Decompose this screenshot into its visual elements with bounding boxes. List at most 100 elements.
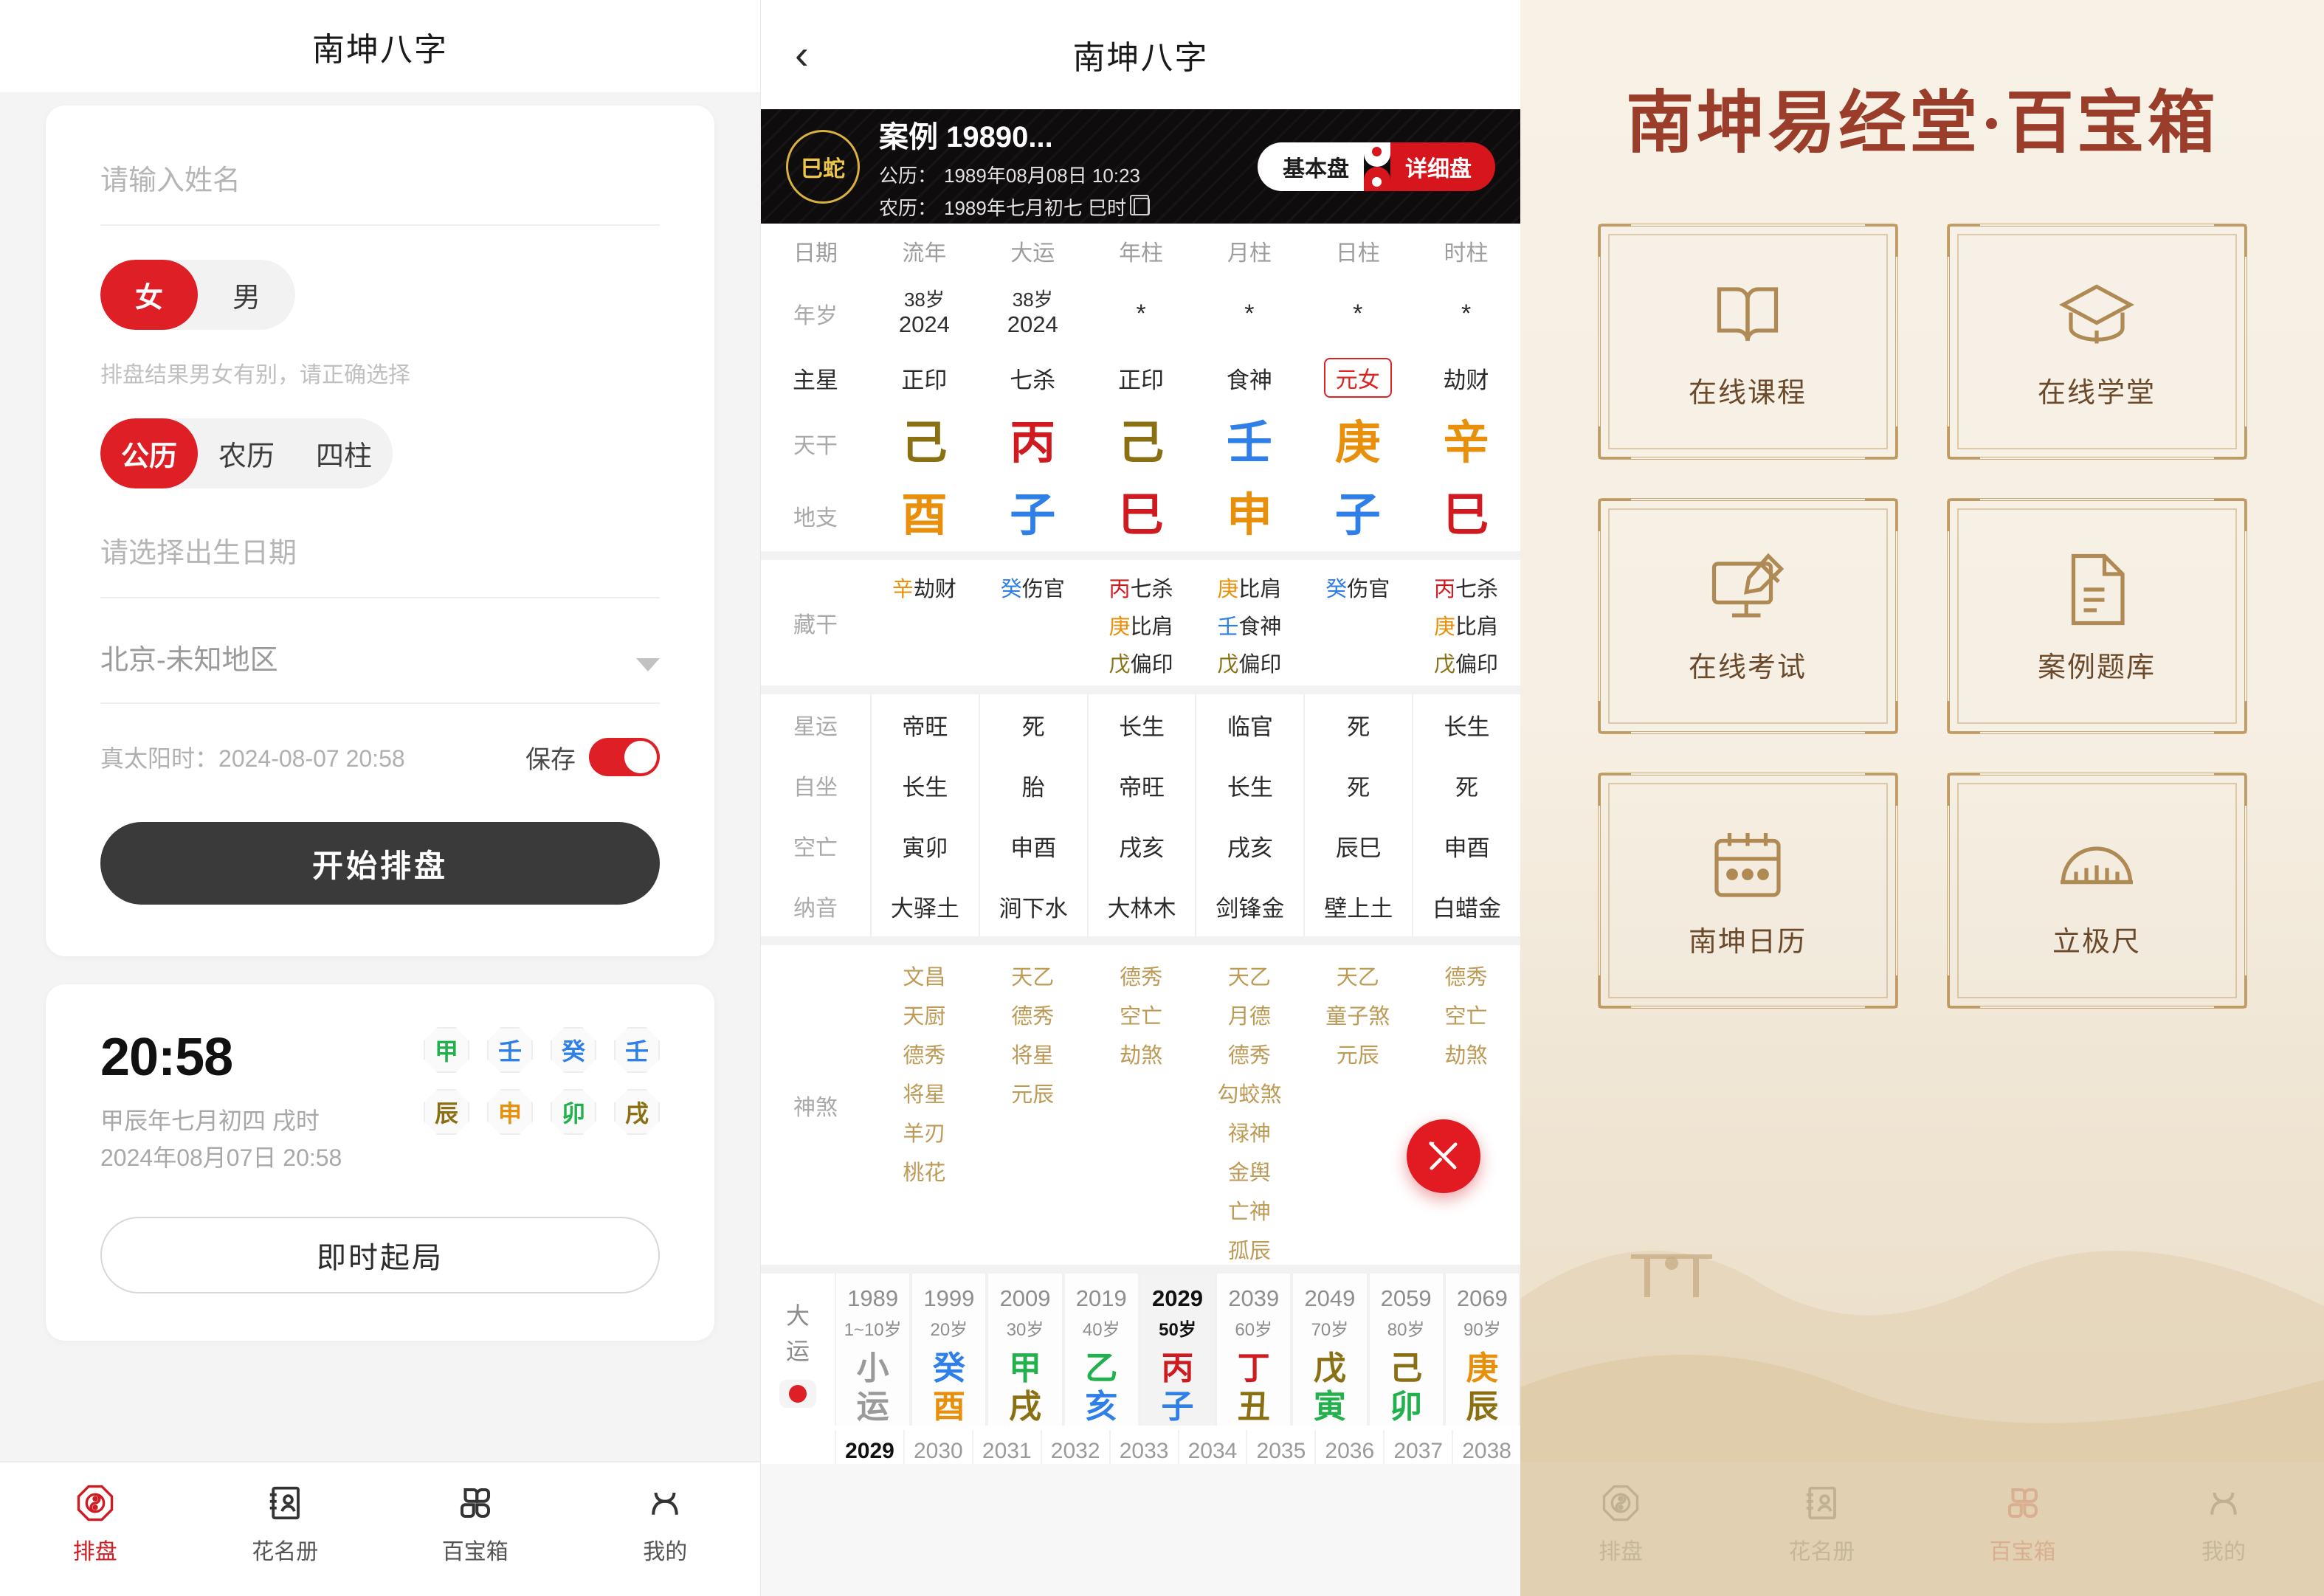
dayun-track[interactable]: 1989 1~10岁小运 1999 20岁癸酉 2009 30岁甲戌 2019 40岁乙亥 20… [835, 1274, 1520, 1426]
bottom-tabbar[interactable]: 排盘 花名册 百宝箱 我的 [0, 1461, 760, 1596]
calendar-option-lunar[interactable]: 农历 [198, 418, 295, 488]
row-label-selfsit: 自坐 [793, 775, 838, 800]
dayun-cell[interactable]: 1999 20岁癸酉 [911, 1274, 987, 1426]
clock-block: 20:58 甲辰年七月初四 戌时 2024年08月07日 20:58 [100, 1027, 342, 1175]
selfsit-cell: 帝旺 [1086, 755, 1196, 815]
form-body: 请输入姓名 女 男 排盘结果男女有别，请正确选择 公历 农历 四柱 请选择出生日… [0, 92, 760, 1461]
age-years: 38岁 [903, 289, 945, 311]
save-switch[interactable] [589, 738, 660, 776]
gender-option-male[interactable]: 男 [198, 260, 295, 330]
hidden-stem-column: 辛劫财 [870, 560, 979, 685]
chart-mode-detail[interactable]: 详细盘 [1390, 142, 1495, 191]
calendar-segmented-control[interactable]: 公历 农历 四柱 [100, 418, 393, 488]
hidden-stem-char: 戊 [1108, 653, 1131, 677]
chart-scroll-area[interactable]: 日期 流年 大运 年柱 月柱 日柱 时柱 年岁 38岁 2024 38岁 2024 * * * * 主星 正印… [761, 224, 1520, 1596]
liunian-cell[interactable]: 2038 [1452, 1429, 1520, 1464]
dayun-cell[interactable]: 2059 80岁己卯 [1368, 1274, 1444, 1426]
hidden-stem-ten-god: 劫财 [913, 578, 956, 601]
dayun-timeline[interactable]: 大 运 1989 1~10岁小运 1999 20岁癸酉 2009 30岁甲戌 2019 40岁… [761, 1274, 1520, 1430]
liunian-cell[interactable]: 2036 [1314, 1429, 1383, 1464]
toolbox-grid[interactable]: 在线课程 在线学堂 在线考试 案例题库 南坤日历 立极尺 [1597, 224, 2247, 1009]
branch-glyph: 巳 [1118, 490, 1165, 541]
liunian-cell[interactable]: 2030 [903, 1429, 972, 1464]
toolbox-tile-在线学堂[interactable]: 在线学堂 [1946, 224, 2247, 460]
row-label-nayin: 纳音 [793, 897, 838, 921]
hidden-stem-entry: 庚比肩 [1434, 609, 1498, 640]
chart-mode-toggle[interactable]: 基本盘 详细盘 [1258, 142, 1495, 191]
dayun-cell[interactable]: 2019 40岁乙亥 [1063, 1274, 1139, 1426]
birthdate-input[interactable]: 请选择出生日期 [100, 530, 660, 598]
branch-glyph: 子 [1010, 490, 1056, 541]
hidden-stem-entry: 癸伤官 [1325, 572, 1390, 603]
dayun-marker-dot[interactable] [779, 1380, 816, 1409]
liunian-row[interactable]: 2029 2030 2031 2032 2033 2034 2035 2036 2037 2038 [761, 1429, 1520, 1464]
stem-glyph: 己 [1118, 418, 1165, 469]
tools-fab-button[interactable] [1407, 1119, 1480, 1193]
liunian-cell[interactable]: 2031 [971, 1429, 1041, 1464]
hidden-stem-entry: 辛劫财 [892, 572, 956, 603]
start-paipan-button[interactable]: 开始排盘 [100, 822, 660, 905]
age-asterisk: * [1244, 299, 1255, 328]
region-select[interactable]: 北京-未知地区 [100, 637, 660, 704]
toolbox-tile-案例题库[interactable]: 案例题库 [1946, 498, 2247, 734]
instant-chart-button[interactable]: 即时起局 [100, 1216, 660, 1293]
calendar-option-sizhu[interactable]: 四柱 [295, 418, 393, 488]
dayun-cell[interactable]: 1989 1~10岁小运 [835, 1274, 911, 1426]
toolbox-tile-在线考试[interactable]: 在线考试 [1597, 498, 1898, 734]
tab-排盘[interactable]: 排盘 [1520, 1483, 1721, 1566]
liunian-cell[interactable]: 2035 [1246, 1429, 1314, 1464]
tab-我的[interactable]: 我的 [2123, 1483, 2324, 1566]
tab-花名册[interactable]: 花名册 [190, 1483, 381, 1566]
tab-花名册[interactable]: 花名册 [1721, 1483, 1922, 1566]
liunian-cell[interactable]: 2033 [1108, 1429, 1178, 1464]
tab-排盘[interactable]: 排盘 [0, 1483, 190, 1566]
tab-百宝箱[interactable]: 百宝箱 [1923, 1483, 2123, 1566]
bottom-tabbar-toolbox[interactable]: 排盘 花名册 百宝箱 我的 [1520, 1461, 2324, 1596]
copy-icon[interactable] [1130, 195, 1151, 215]
hidden-stem-entry: 丙七杀 [1434, 572, 1498, 603]
liunian-cell[interactable]: 2037 [1383, 1429, 1452, 1464]
toolbox-tile-立极尺[interactable]: 立极尺 [1946, 773, 2247, 1009]
dayun-cell[interactable]: 2039 60岁丁丑 [1216, 1274, 1292, 1426]
hidden-stem-char: 癸 [1000, 578, 1022, 601]
calendar-option-solar[interactable]: 公历 [100, 418, 198, 488]
chart-mode-basic[interactable]: 基本盘 [1258, 142, 1364, 191]
liunian-cell[interactable]: 2032 [1040, 1429, 1109, 1464]
row-label-stem: 天干 [793, 434, 838, 458]
gender-option-female[interactable]: 女 [100, 260, 198, 330]
hidden-stem-entry: 庚比肩 [1217, 572, 1281, 603]
save-toggle-group[interactable]: 保存 [525, 738, 660, 776]
spirit-item: 德秀 [1011, 1005, 1055, 1029]
dayun-stem: 癸 [932, 1350, 965, 1386]
name-input[interactable]: 请输入姓名 [100, 157, 660, 226]
profile-icon [652, 1492, 679, 1515]
back-chevron-left-icon[interactable]: ‹ [795, 34, 809, 75]
dayun-cell[interactable]: 2049 70岁戊寅 [1292, 1274, 1368, 1426]
age-cell: * [1195, 278, 1303, 349]
hidden-stem-char: 戊 [1217, 653, 1239, 677]
nayin-cell: 剑锋金 [1195, 876, 1303, 936]
fortune-cell: 帝旺 [870, 694, 979, 755]
liunian-cell[interactable]: 2034 [1177, 1429, 1247, 1464]
dayun-label-bottom: 运 [785, 1337, 810, 1364]
dayun-branch: 寅 [1313, 1389, 1346, 1426]
tab-百宝箱[interactable]: 百宝箱 [380, 1483, 570, 1566]
branch-cell: 酉 [870, 480, 979, 551]
dayun-cell[interactable]: 2069 90岁庚辰 [1444, 1274, 1520, 1426]
dayun-cell[interactable]: 2009 30岁甲戌 [987, 1274, 1063, 1426]
stem-glyph: 辛 [1443, 418, 1489, 469]
pillar-chip-branches: 辰 [424, 1089, 469, 1135]
spirit-item: 将星 [1011, 1044, 1055, 1068]
tab-我的[interactable]: 我的 [570, 1483, 761, 1566]
liunian-cell[interactable]: 2029 [835, 1429, 903, 1464]
spirit-item: 金舆 [1227, 1161, 1271, 1185]
dayun-cell[interactable]: 2029 50岁丙子 [1139, 1274, 1216, 1426]
dayun-age: 90岁 [1463, 1320, 1501, 1340]
dayun-year: 1999 [923, 1285, 975, 1311]
gender-segmented-control[interactable]: 女 男 [100, 260, 295, 330]
clock-solar: 2024年08月07日 20:58 [100, 1144, 342, 1172]
toolbox-tile-南坤日历[interactable]: 南坤日历 [1597, 773, 1898, 1009]
column-header: 流年 [902, 241, 947, 266]
toolbox-tile-在线课程[interactable]: 在线课程 [1597, 224, 1898, 460]
hidden-stem-char: 辛 [892, 578, 914, 601]
